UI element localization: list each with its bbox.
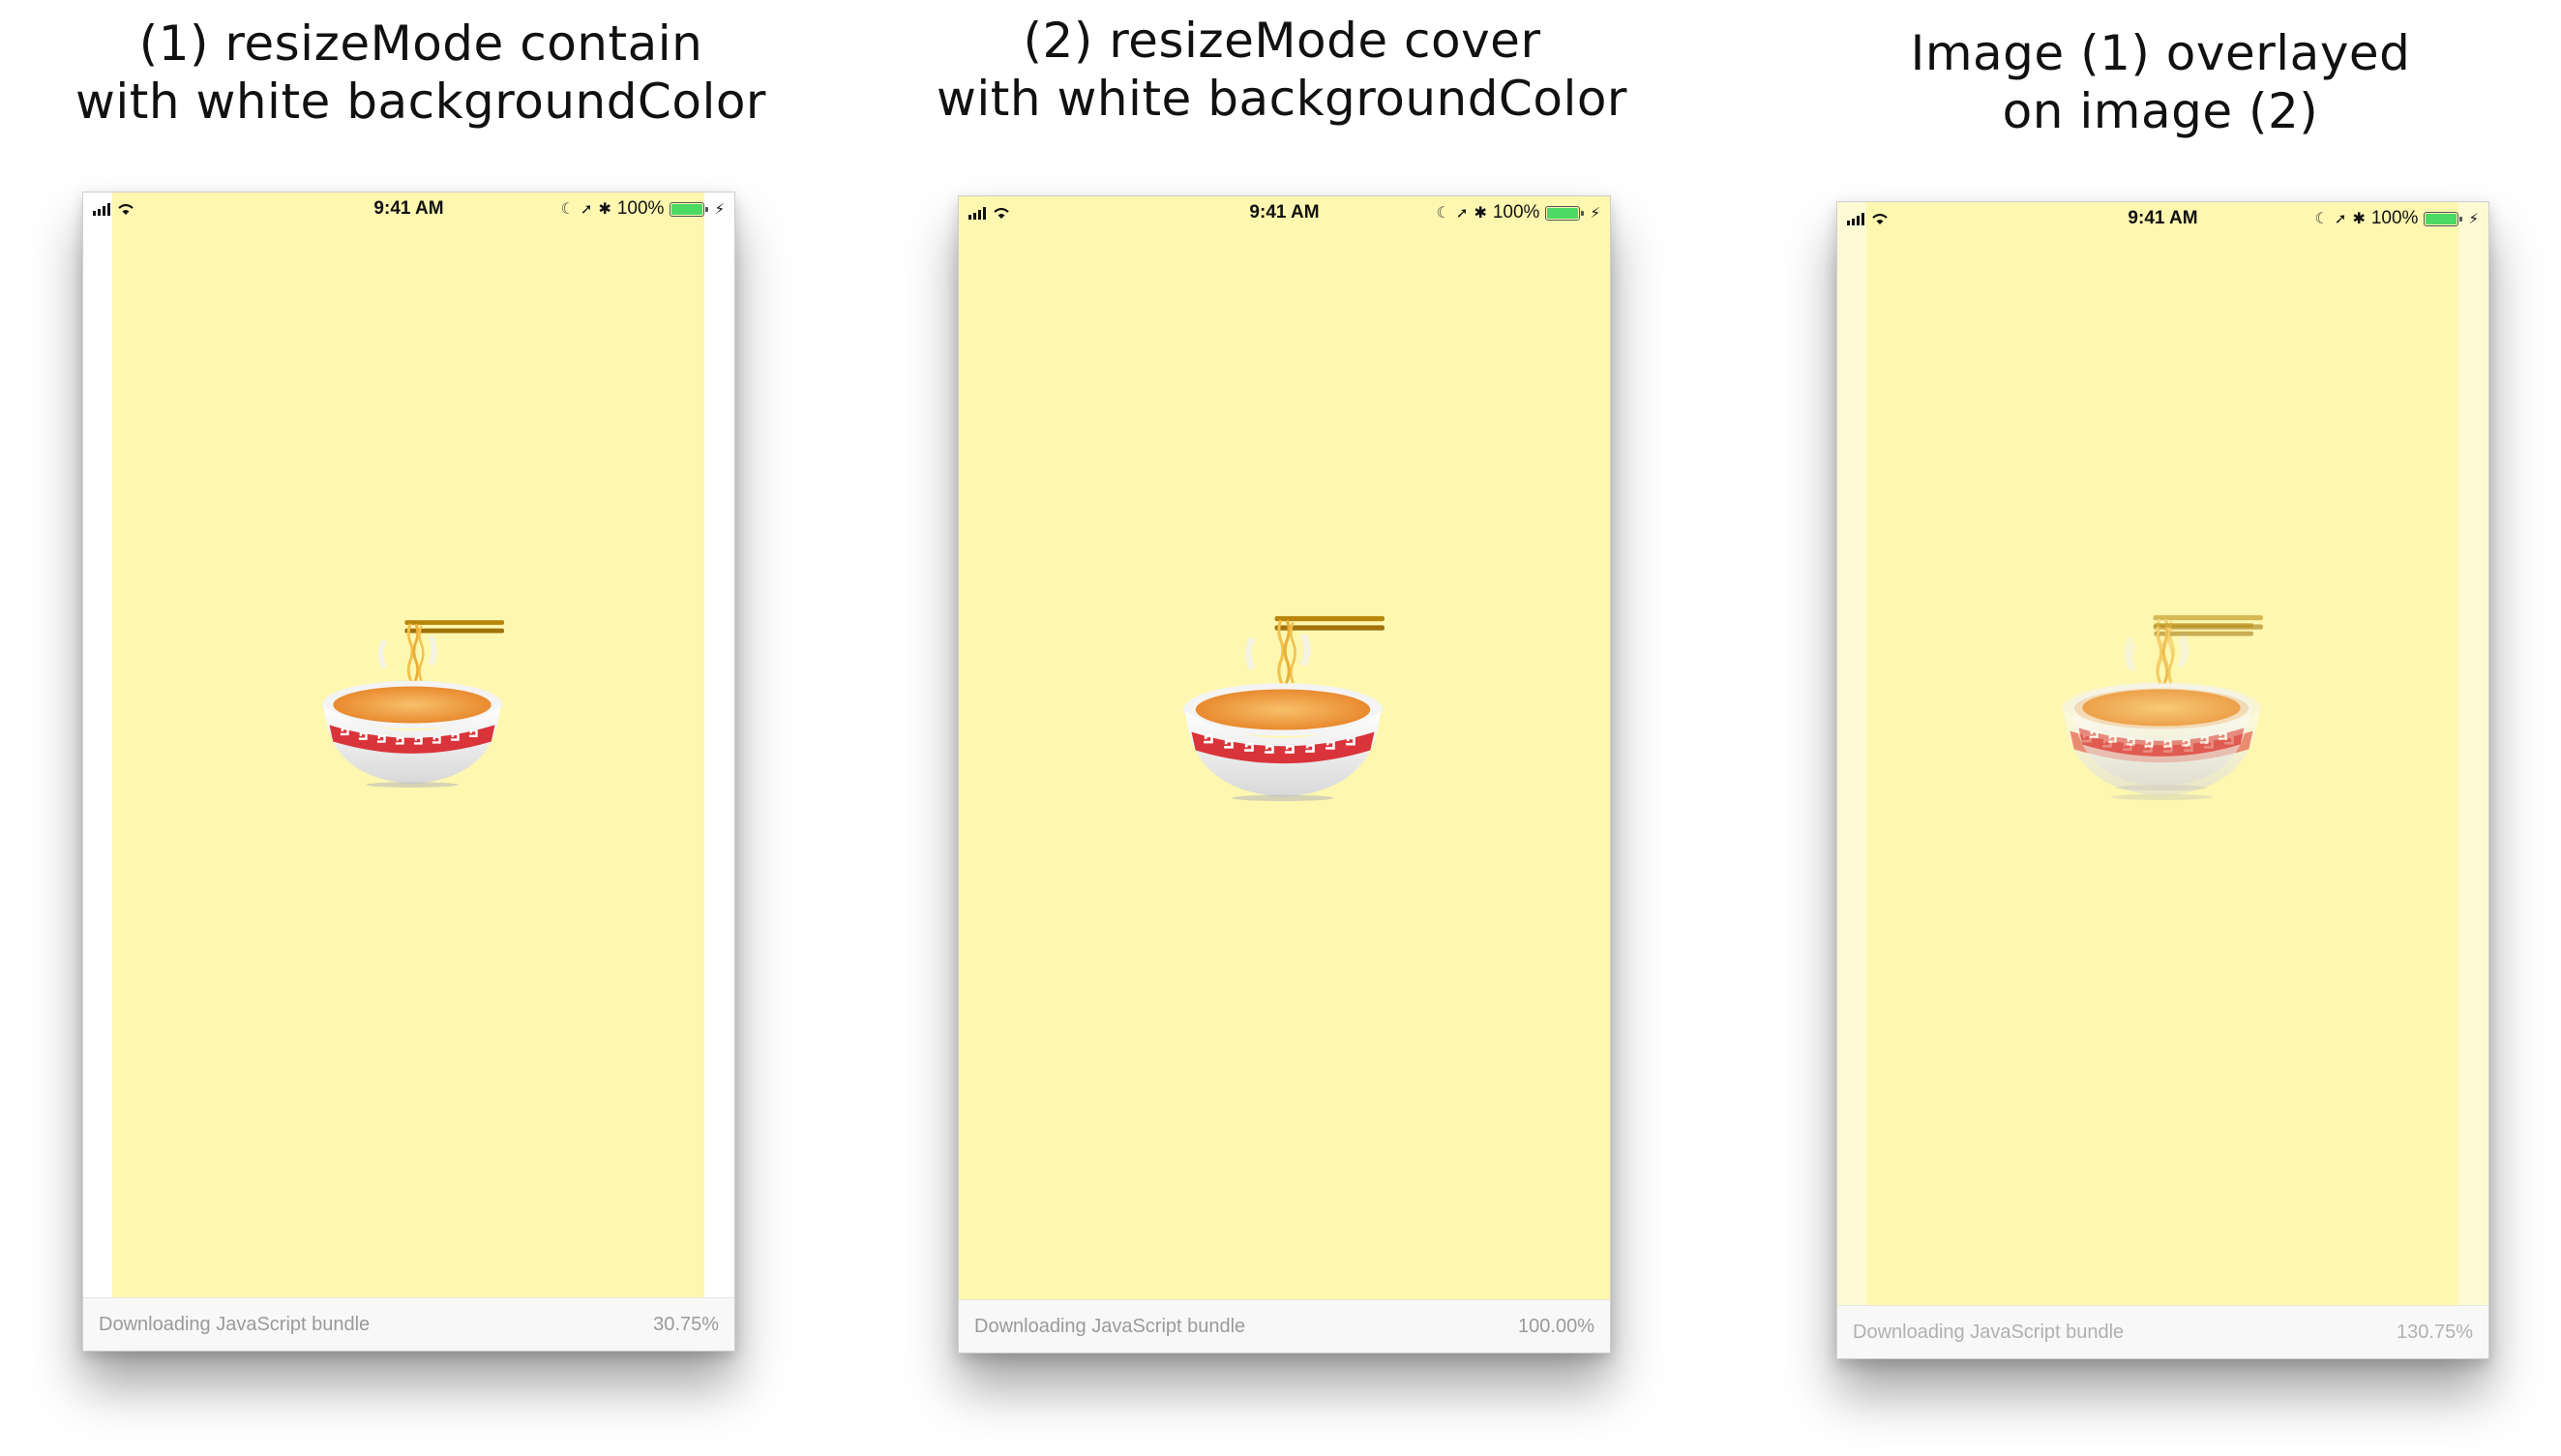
signal-icon [93, 202, 110, 216]
battery-percent: 100% [616, 198, 665, 219]
progress-percent: 100.00% [1518, 1315, 1594, 1337]
location-arrow-icon: ➚ [2334, 211, 2347, 227]
caption-line: (2) resizeMode cover [1023, 13, 1541, 69]
moon-icon: ☾ [560, 201, 575, 218]
bundle-label: Downloading JavaScript bundle [974, 1315, 1246, 1337]
battery-icon [2424, 211, 2463, 226]
progress-percent: 130.75% [2397, 1321, 2473, 1343]
signal-icon [968, 206, 986, 220]
steaming-bowl-icon [1181, 598, 1385, 801]
caption-cover: (2) resizeMode cover with white backgrou… [919, 12, 1645, 128]
status-time: 9:41 AM [373, 198, 444, 219]
signal-icon [1847, 212, 1864, 225]
battery-icon [670, 201, 709, 217]
caption-line: (1) resizeMode contain [138, 15, 703, 72]
status-bar: 9:41 AM ☾ ➚ ✱ 100% ⚡ [1837, 202, 2488, 235]
caption-line: with white backgroundColor [937, 71, 1627, 127]
caption-overlay: Image (1) overlayed on image (2) [1798, 24, 2523, 140]
phone-contain: 9:41 AM ☾ ➚ ✱ 100% ⚡ Downloading JavaScr… [82, 192, 735, 1352]
status-time: 9:41 AM [2128, 208, 2198, 228]
wifi-icon [118, 203, 134, 215]
battery-percent: 100% [2370, 208, 2419, 228]
loading-bar: Downloading JavaScript bundle 30.75% [83, 1297, 734, 1351]
caption-contain: (1) resizeMode contain with white backgr… [58, 15, 784, 131]
battery-icon [1545, 205, 1585, 221]
loading-bar: Downloading JavaScript bundle 100.00% [959, 1299, 1610, 1352]
loading-bar: Downloading JavaScript bundle 130.75% [1837, 1305, 2488, 1358]
battery-percent: 100% [1492, 202, 1540, 223]
location-arrow-icon: ➚ [1455, 205, 1469, 222]
bluetooth-icon: ✱ [598, 201, 611, 218]
caption-line: with white backgroundColor [75, 74, 766, 130]
moon-icon: ☾ [1436, 205, 1450, 222]
caption-line: on image (2) [2002, 83, 2319, 139]
status-bar: 9:41 AM ☾ ➚ ✱ 100% ⚡ [83, 193, 734, 225]
wifi-icon [1872, 213, 1888, 224]
bluetooth-icon: ✱ [2352, 211, 2366, 227]
bluetooth-icon: ✱ [1474, 205, 1487, 222]
bundle-label: Downloading JavaScript bundle [99, 1313, 371, 1335]
charging-bolt-icon: ⚡ [2468, 211, 2479, 227]
steaming-bowl-icon [2070, 607, 2253, 790]
location-arrow-icon: ➚ [580, 201, 593, 218]
status-bar: 9:41 AM ☾ ➚ ✱ 100% ⚡ [959, 196, 1610, 229]
bundle-label: Downloading JavaScript bundle [1853, 1321, 2125, 1343]
moon-icon: ☾ [2314, 211, 2329, 227]
wifi-icon [994, 207, 1009, 219]
charging-bolt-icon: ⚡ [1590, 205, 1600, 222]
status-time: 9:41 AM [1249, 202, 1320, 223]
phone-cover: 9:41 AM ☾ ➚ ✱ 100% ⚡ Downloading JavaScr… [958, 195, 1611, 1353]
steaming-bowl-icon [320, 604, 504, 787]
phone-overlay: 9:41 AM ☾ ➚ ✱ 100% ⚡ Downloading JavaScr… [1836, 201, 2489, 1359]
charging-bolt-icon: ⚡ [714, 201, 725, 218]
progress-percent: 30.75% [653, 1313, 719, 1335]
caption-line: Image (1) overlayed [1910, 25, 2411, 81]
